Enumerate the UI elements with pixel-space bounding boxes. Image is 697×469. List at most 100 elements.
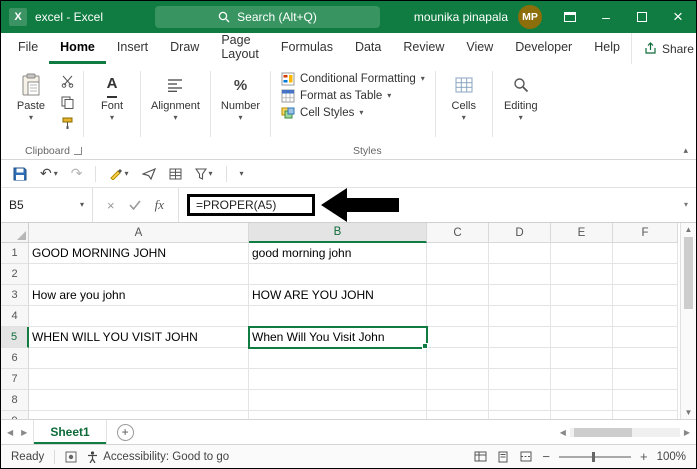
table-button[interactable]: [169, 168, 182, 180]
cut-button[interactable]: [57, 73, 77, 90]
cell-C4[interactable]: [427, 306, 489, 327]
tab-view[interactable]: View: [455, 33, 504, 64]
cell-D7[interactable]: [489, 369, 551, 390]
column-header-D[interactable]: D: [489, 223, 551, 243]
column-header-C[interactable]: C: [427, 223, 489, 243]
cell-D2[interactable]: [489, 264, 551, 285]
format-painter-button[interactable]: [57, 115, 77, 132]
cell-F6[interactable]: [613, 348, 678, 369]
number-group-button[interactable]: % Number ▾: [215, 69, 266, 125]
normal-view-button[interactable]: [473, 451, 487, 463]
cell-E7[interactable]: [551, 369, 613, 390]
formula-input[interactable]: =PROPER(A5) ▾: [179, 188, 696, 222]
ribbon-options-button[interactable]: [552, 1, 588, 33]
cell-F8[interactable]: [613, 390, 678, 411]
cell-A4[interactable]: [29, 306, 249, 327]
cell-D8[interactable]: [489, 390, 551, 411]
enter-button[interactable]: [129, 200, 141, 210]
cell-F5[interactable]: [613, 327, 678, 348]
cell-E1[interactable]: [551, 243, 613, 264]
accessibility-status[interactable]: Accessibility: Good to go: [87, 451, 229, 463]
cell-D6[interactable]: [489, 348, 551, 369]
redo-button[interactable]: ↷: [71, 165, 83, 182]
cell-D1[interactable]: [489, 243, 551, 264]
cell-C2[interactable]: [427, 264, 489, 285]
share-button[interactable]: Share ▾: [631, 33, 697, 64]
vertical-scroll-thumb[interactable]: [684, 237, 693, 309]
copy-button[interactable]: [57, 94, 77, 111]
tab-home[interactable]: Home: [49, 33, 106, 64]
minimize-button[interactable]: –: [588, 1, 624, 33]
qat-customize-button[interactable]: ▾: [240, 170, 244, 178]
cell-B6[interactable]: [249, 348, 427, 369]
hscroll-right-icon[interactable]: ▶: [684, 428, 690, 437]
zoom-slider[interactable]: [559, 456, 631, 458]
row-header-2[interactable]: 2: [1, 264, 29, 285]
send-button[interactable]: [142, 168, 156, 180]
hscroll-left-icon[interactable]: ◀: [560, 428, 566, 437]
formula-bar-expand-icon[interactable]: ▾: [684, 201, 696, 209]
sheet-nav-left-icon[interactable]: ◀: [7, 428, 13, 437]
cell-F1[interactable]: [613, 243, 678, 264]
font-group-button[interactable]: A Font ▾: [88, 69, 136, 125]
column-header-E[interactable]: E: [551, 223, 613, 243]
sheet-nav-right-icon[interactable]: ▶: [21, 428, 27, 437]
cell-C9[interactable]: [427, 411, 489, 419]
close-button[interactable]: ×: [660, 1, 696, 33]
cell-E2[interactable]: [551, 264, 613, 285]
cell-A3[interactable]: How are you john: [29, 285, 249, 306]
fill-handle[interactable]: [422, 343, 428, 349]
tab-data[interactable]: Data: [344, 33, 392, 64]
cell-C8[interactable]: [427, 390, 489, 411]
row-header-3[interactable]: 3: [1, 285, 29, 306]
tab-review[interactable]: Review: [392, 33, 455, 64]
cell-A7[interactable]: [29, 369, 249, 390]
cell-E3[interactable]: [551, 285, 613, 306]
cell-B4[interactable]: [249, 306, 427, 327]
cell-F4[interactable]: [613, 306, 678, 327]
vertical-scrollbar[interactable]: ▲ ▼: [680, 223, 696, 419]
cell-D3[interactable]: [489, 285, 551, 306]
cell-B5[interactable]: When Will You Visit John: [249, 327, 427, 348]
cell-B9[interactable]: [249, 411, 427, 419]
cell-F2[interactable]: [613, 264, 678, 285]
cell-B7[interactable]: [249, 369, 427, 390]
page-layout-view-button[interactable]: [496, 451, 510, 463]
tab-insert[interactable]: Insert: [106, 33, 159, 64]
row-header-7[interactable]: 7: [1, 369, 29, 390]
row-header-6[interactable]: 6: [1, 348, 29, 369]
cell-D5[interactable]: [489, 327, 551, 348]
cell-C3[interactable]: [427, 285, 489, 306]
collapse-ribbon-button[interactable]: ▴: [683, 145, 688, 156]
name-box[interactable]: B5 ▾: [1, 188, 93, 222]
cell-A8[interactable]: [29, 390, 249, 411]
row-header-4[interactable]: 4: [1, 306, 29, 327]
dialog-launcher-icon[interactable]: [74, 147, 82, 155]
avatar[interactable]: MP: [518, 5, 542, 29]
cell-D9[interactable]: [489, 411, 551, 419]
tab-file[interactable]: File: [7, 33, 49, 64]
tab-draw[interactable]: Draw: [159, 33, 210, 64]
highlight-pen-button[interactable]: ▾: [109, 167, 128, 180]
cell-F3[interactable]: [613, 285, 678, 306]
cell-C1[interactable]: [427, 243, 489, 264]
editing-group-button[interactable]: Editing ▾: [497, 69, 545, 125]
cancel-button[interactable]: ×: [107, 198, 115, 213]
conditional-formatting-button[interactable]: Conditional Formatting ▾: [281, 72, 425, 86]
cell-styles-button[interactable]: Cell Styles ▾: [281, 106, 425, 120]
row-header-5[interactable]: 5: [1, 327, 29, 348]
cell-A9[interactable]: [29, 411, 249, 419]
scroll-down-icon[interactable]: ▼: [685, 408, 693, 417]
cell-C7[interactable]: [427, 369, 489, 390]
alignment-group-button[interactable]: Alignment ▾: [145, 69, 206, 125]
cell-A5[interactable]: WHEN WILL YOU VISIT JOHN: [29, 327, 249, 348]
cell-C5[interactable]: [427, 327, 489, 348]
cell-B8[interactable]: [249, 390, 427, 411]
cell-E5[interactable]: [551, 327, 613, 348]
user-name[interactable]: mounika pinapala: [414, 10, 508, 24]
row-header-9[interactable]: 9: [1, 411, 29, 419]
new-sheet-button[interactable]: +: [117, 424, 134, 441]
cell-B1[interactable]: good morning john: [249, 243, 427, 264]
cell-A1[interactable]: GOOD MORNING JOHN: [29, 243, 249, 264]
row-header-1[interactable]: 1: [1, 243, 29, 264]
